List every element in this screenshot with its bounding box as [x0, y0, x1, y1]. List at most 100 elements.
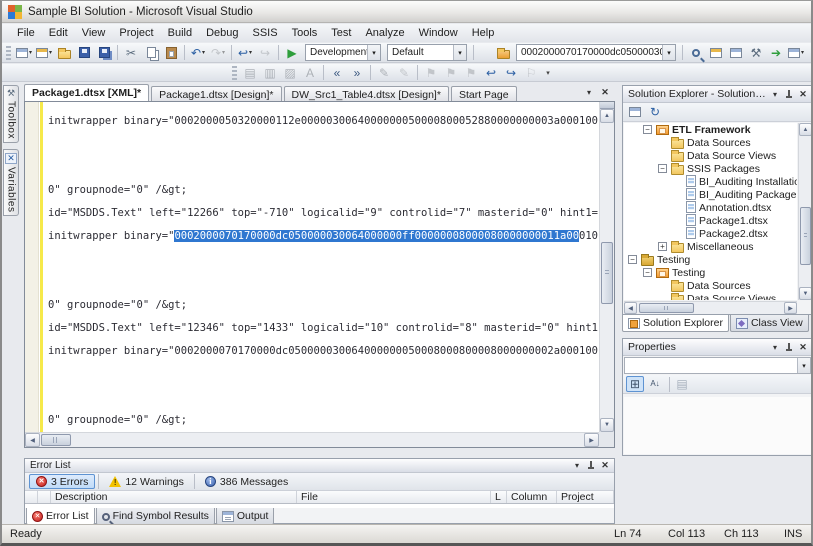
- column-header-file[interactable]: File: [297, 491, 491, 503]
- next-bookmark-folder-icon[interactable]: ↪: [502, 64, 520, 81]
- column-header-description[interactable]: Description: [51, 491, 297, 503]
- tool-tab-variables[interactable]: ✕ Variables: [3, 148, 19, 217]
- tools-icon[interactable]: ⚒: [747, 44, 765, 61]
- undo-icon[interactable]: ↶ ▾: [189, 44, 207, 61]
- previous-bookmark-icon[interactable]: ⚑: [442, 64, 460, 81]
- toggle-bookmark-icon[interactable]: ⚑: [422, 64, 440, 81]
- editor-line[interactable]: initwrapper binary="0002000070170000dc05…: [48, 340, 598, 363]
- tree-expander-icon[interactable]: +: [658, 242, 667, 251]
- editor-line[interactable]: initwrapper binary="0002000070170000dc05…: [48, 225, 598, 248]
- editor-splitter-box[interactable]: [600, 102, 614, 109]
- decrease-indent-icon[interactable]: «: [328, 64, 346, 81]
- alphabetical-icon[interactable]: A↓: [646, 376, 664, 392]
- editor-line[interactable]: [48, 363, 598, 386]
- refresh-icon[interactable]: ↻: [646, 104, 664, 120]
- menu-test[interactable]: Test: [324, 25, 358, 41]
- uncomment-icon[interactable]: ✎: [395, 64, 413, 81]
- error-list-header[interactable]: Error List ▾ ✕: [25, 459, 614, 473]
- column-icon-blank[interactable]: [25, 491, 38, 503]
- close-panel-icon[interactable]: ✕: [598, 459, 612, 472]
- menu-edit[interactable]: Edit: [42, 25, 75, 41]
- start-debugging-icon[interactable]: ▶: [283, 44, 301, 61]
- scroll-up-icon[interactable]: ▲: [600, 109, 614, 123]
- tab-solution-explorer[interactable]: Solution Explorer: [622, 315, 729, 332]
- find-combo[interactable]: 0002000070170000dc050000300(▾: [516, 44, 676, 61]
- tool-tab-toolbox[interactable]: ⚒ Toolbox: [3, 85, 19, 143]
- editor-line[interactable]: 0" groupnode="0" /&gt;: [48, 294, 598, 317]
- menu-build[interactable]: Build: [161, 25, 199, 41]
- editor-line[interactable]: id="MSDDS.Text" left="12266" top="-710" …: [48, 202, 598, 225]
- column-header-l[interactable]: L: [491, 491, 507, 503]
- window-position-dropdown-icon[interactable]: ▾: [768, 88, 782, 101]
- editor-line[interactable]: 0" groupnode="0" /&gt;: [48, 179, 598, 202]
- scroll-right-icon[interactable]: ▶: [584, 433, 599, 447]
- tab-dw-src1-table4-dtsx-design[interactable]: DW_Src1_Table4.dtsx [Design]*: [283, 86, 449, 102]
- toolbar-grip[interactable]: [6, 45, 11, 60]
- column-header-project[interactable]: Project: [557, 491, 614, 503]
- tree-expander-icon[interactable]: −: [628, 255, 637, 264]
- categorized-icon[interactable]: ⊞: [626, 376, 644, 392]
- editor-vertical-scrollbar[interactable]: ▲ ▼: [599, 102, 614, 432]
- editor-selection-margin[interactable]: [25, 102, 39, 432]
- redo-icon[interactable]: ↷ ▾: [209, 44, 227, 61]
- scroll-left-icon[interactable]: ◀: [624, 302, 637, 314]
- editor-line[interactable]: [48, 271, 598, 294]
- save-all-icon[interactable]: [95, 44, 113, 61]
- next-bookmark-icon[interactable]: ⚑: [462, 64, 480, 81]
- column-order-blank[interactable]: [38, 491, 51, 503]
- filter-12-warnings[interactable]: 12 Warnings: [102, 474, 191, 489]
- properties-header[interactable]: Properties ▾ ✕: [623, 339, 811, 356]
- close-panel-icon[interactable]: ✕: [796, 341, 810, 354]
- navigate-to-icon[interactable]: [707, 44, 725, 61]
- tab-error-list[interactable]: Error List: [26, 508, 95, 525]
- toolbar-options-button[interactable]: ▾: [807, 44, 811, 61]
- menu-view[interactable]: View: [75, 25, 113, 41]
- tree-expander-icon[interactable]: −: [643, 125, 652, 134]
- auto-hide-pin-icon[interactable]: [584, 459, 598, 472]
- tree-item-ssis-packages[interactable]: − SSIS Packages: [624, 162, 797, 175]
- increase-indent-icon[interactable]: »: [348, 64, 366, 81]
- properties-grid[interactable]: [624, 397, 811, 454]
- clear-bookmarks-icon[interactable]: ⚐: [522, 64, 540, 81]
- tree-item-testing[interactable]: − Testing: [624, 253, 797, 266]
- editor-line[interactable]: [48, 133, 598, 156]
- editor-line[interactable]: [48, 156, 598, 179]
- editor-horizontal-scrollbar[interactable]: ◀ ▶: [25, 432, 599, 447]
- editor-line[interactable]: initwrapper binary="0002000050320000112e…: [48, 110, 598, 133]
- properties-object-combo[interactable]: ▾: [624, 357, 811, 374]
- toolbar-grip[interactable]: [232, 65, 237, 80]
- tree-item-data-sources[interactable]: Data Sources: [624, 136, 797, 149]
- dropdown-icon[interactable]: ▾: [662, 45, 675, 60]
- solution-tree-vertical-scrollbar[interactable]: ▲ ▼: [798, 123, 811, 300]
- column-header-column[interactable]: Column: [507, 491, 557, 503]
- menu-analyze[interactable]: Analyze: [358, 25, 411, 41]
- add-new-item-icon[interactable]: ▾: [35, 44, 53, 61]
- member-list-icon[interactable]: ▤: [241, 64, 259, 81]
- tree-item-package1-dtsx[interactable]: Package1.dtsx: [624, 214, 797, 227]
- tree-item-package2-dtsx[interactable]: Package2.dtsx: [624, 227, 797, 240]
- tab-start-page[interactable]: Start Page: [450, 86, 517, 102]
- tree-item-data-source-views[interactable]: Data Source Views: [624, 149, 797, 162]
- tree-item-etl-framework[interactable]: − ETL Framework: [624, 123, 797, 136]
- tree-item-data-source-views[interactable]: Data Source Views: [624, 292, 797, 300]
- solution-tree-hscroll-thumb[interactable]: [639, 303, 694, 313]
- navigate-forward-icon[interactable]: ↪: [256, 44, 274, 61]
- tree-item-miscellaneous[interactable]: + Miscellaneous: [624, 240, 797, 253]
- open-file-icon[interactable]: [55, 44, 73, 61]
- filter-386-messages[interactable]: 386 Messages: [198, 474, 295, 489]
- scroll-up-icon[interactable]: ▲: [799, 123, 811, 136]
- tree-item-testing[interactable]: − Testing: [624, 266, 797, 279]
- tree-item-data-sources[interactable]: Data Sources: [624, 279, 797, 292]
- find-folder-icon[interactable]: [494, 44, 512, 61]
- title-bar[interactable]: Sample BI Solution - Microsoft Visual St…: [2, 1, 811, 23]
- window-position-dropdown-icon[interactable]: ▾: [768, 341, 782, 354]
- tree-item-bi-auditing-installation[interactable]: BI_Auditing Installation.: [624, 175, 797, 188]
- menu-tools[interactable]: Tools: [285, 25, 325, 41]
- editor-line[interactable]: 0" groupnode="0" /&gt;: [48, 409, 598, 431]
- menu-file[interactable]: File: [10, 25, 42, 41]
- editor-text-area[interactable]: initwrapper binary="0002000050320000112e…: [48, 110, 598, 431]
- tree-expander-icon[interactable]: −: [643, 268, 652, 277]
- menu-help[interactable]: Help: [465, 25, 502, 41]
- scroll-down-icon[interactable]: ▼: [799, 287, 811, 300]
- scroll-left-icon[interactable]: ◀: [25, 433, 40, 447]
